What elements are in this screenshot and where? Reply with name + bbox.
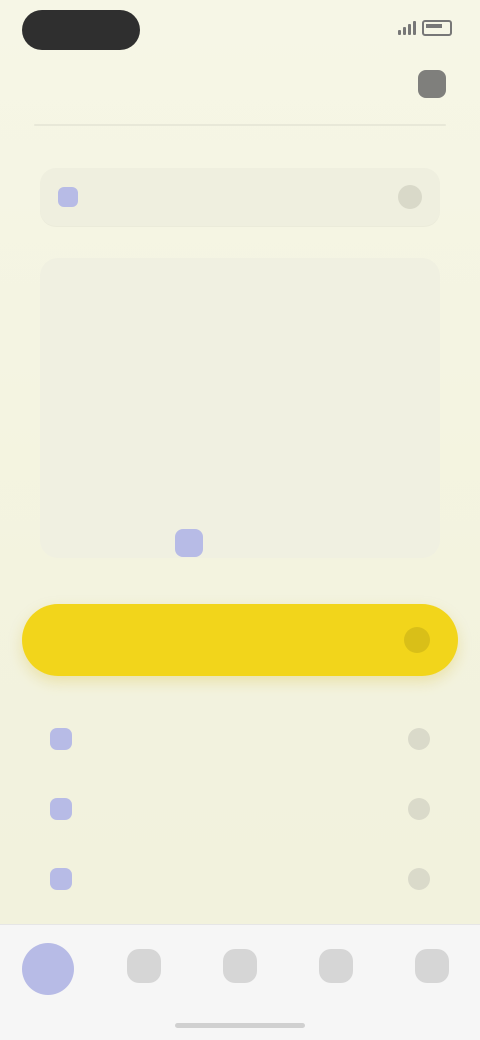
status-time-pill [22,10,140,50]
chevron-right-icon [408,798,430,820]
nav-item-home[interactable] [12,943,84,1019]
calendar-icon [127,949,161,983]
chevron-down-icon [398,185,422,209]
nav-item-list[interactable] [204,949,276,1007]
nav-item-calendar[interactable] [108,949,180,1007]
list-item-2[interactable] [40,846,440,912]
chevron-right-icon [408,868,430,890]
date-selector[interactable] [40,168,440,226]
list-item-1[interactable] [40,776,440,842]
info-icon [50,868,72,890]
calendar-day-selected[interactable] [175,529,204,557]
bottom-navigation [0,924,480,1040]
clock-icon [50,798,72,820]
options-list [40,706,440,912]
list-icon [223,949,257,983]
chevron-right-icon [408,728,430,750]
header-divider [34,124,446,126]
battery-icon [422,20,452,36]
calendar [40,258,440,558]
list-item-0[interactable] [40,706,440,772]
calendar-icon [58,187,78,207]
calendar-grid [62,350,418,560]
primary-action-button[interactable] [22,604,458,676]
profile-icon [415,949,449,983]
nav-item-stats[interactable] [300,949,372,1007]
chevron-right-icon [404,627,430,653]
signal-icon [398,21,416,35]
home-indicator [175,1023,305,1028]
status-icons [392,20,452,36]
document-icon [50,728,72,750]
nav-item-profile[interactable] [396,949,468,1007]
app-screen [0,0,480,1040]
status-bar [0,0,480,64]
header [0,64,480,120]
home-icon [22,943,74,995]
settings-icon[interactable] [418,70,446,98]
chart-icon [319,949,353,983]
